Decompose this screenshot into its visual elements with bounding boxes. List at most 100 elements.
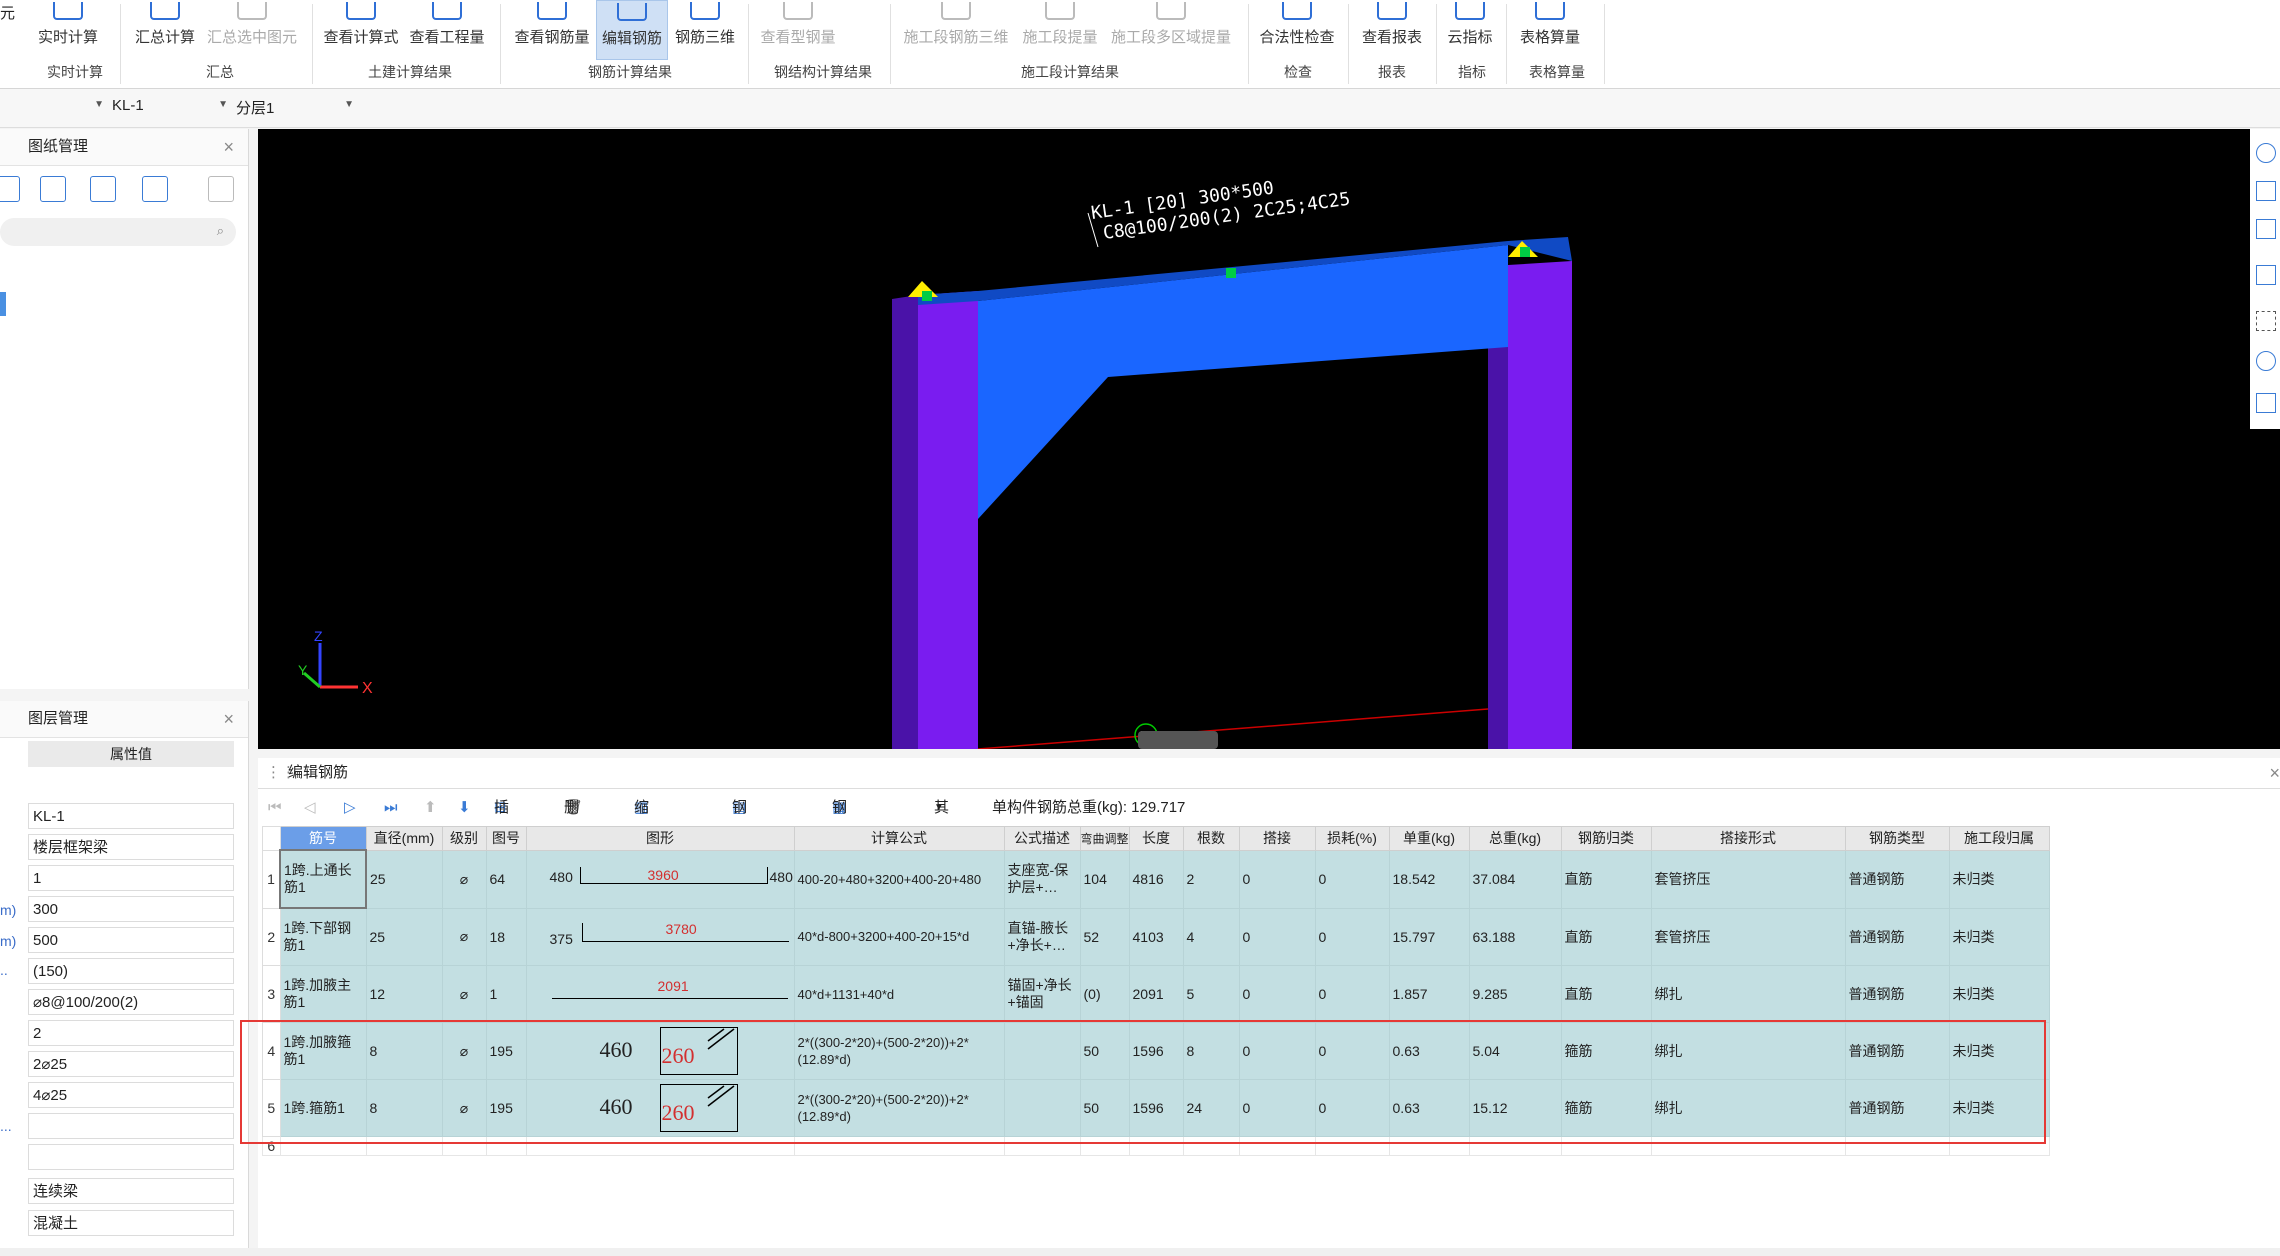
col-count[interactable]: 根数 xyxy=(1182,826,1240,851)
edit-rebar-button[interactable]: 编辑钢筋 xyxy=(596,0,668,60)
cell-total-weight[interactable]: 37.084 xyxy=(1468,849,1562,909)
segment-multi-extract-button[interactable]: 施工段多区域提量 xyxy=(1106,0,1236,58)
col-lap[interactable]: 搭接 xyxy=(1238,826,1316,851)
prop-span-count[interactable]: 1 xyxy=(28,865,234,891)
search-input[interactable]: ⌕ xyxy=(0,218,236,246)
col-category[interactable]: 钢筋归类 xyxy=(1560,826,1652,851)
drag-handle-icon[interactable]: ⋮⋮ xyxy=(266,758,296,788)
3d-model[interactable]: KL-1 [20] 300*500 C8@100/200(2) 2C25;4C2… xyxy=(258,129,2280,749)
rebar-3d-button[interactable]: 钢筋三维 xyxy=(672,0,738,58)
cell-length[interactable]: 2091 xyxy=(1128,965,1184,1023)
segment-extract-button[interactable]: 施工段提量 xyxy=(1018,0,1102,58)
cell-segment[interactable]: 未归类 xyxy=(1948,965,2050,1023)
grip-point[interactable] xyxy=(1226,268,1236,278)
close-icon[interactable]: × xyxy=(2269,758,2280,788)
cell-desc[interactable]: 支座宽-保护层+… xyxy=(1003,849,1081,909)
grip-point[interactable] xyxy=(922,291,932,301)
table-row[interactable]: 3 1跨.加腋主筋1 12 ⌀ 1 2091 40*d+1131+40*d 锚固… xyxy=(262,965,2050,1023)
cell-desc[interactable]: 直锚-腋长+净长+… xyxy=(1003,907,1081,966)
view-2d-icon[interactable] xyxy=(2256,181,2276,201)
table-calc-button[interactable]: 表格算量 xyxy=(1512,0,1588,58)
prop-legs[interactable]: 2 xyxy=(28,1020,234,1046)
cell-total-weight[interactable]: 9.285 xyxy=(1468,965,1562,1023)
view-quantity-button[interactable]: 查看工程量 xyxy=(406,0,488,58)
cell-diameter[interactable]: 25 xyxy=(365,907,443,966)
col-fig-no[interactable]: 图号 xyxy=(485,826,527,851)
grip-point[interactable] xyxy=(1520,247,1530,257)
cell-bend[interactable]: (0) xyxy=(1079,965,1130,1023)
cell-category[interactable]: 直筋 xyxy=(1560,849,1652,909)
cell-rebar-type[interactable]: 普通钢筋 xyxy=(1844,907,1950,966)
close-icon[interactable]: × xyxy=(223,701,234,737)
cell-formula[interactable]: 40*d+1131+40*d xyxy=(793,965,1005,1023)
cell-segment[interactable]: 未归类 xyxy=(1948,907,2050,966)
cell-shape[interactable]: 480 3960 480 xyxy=(525,849,795,909)
close-icon[interactable]: × xyxy=(223,129,234,165)
cell-category[interactable]: 直筋 xyxy=(1560,965,1652,1023)
cell-formula[interactable]: 400-20+480+3200+400-20+480 xyxy=(793,849,1005,909)
cloud-index-button[interactable]: 云指标 xyxy=(1440,0,1500,58)
cell-rebar-type[interactable]: 普通钢筋 xyxy=(1844,849,1950,909)
col-formula[interactable]: 计算公式 xyxy=(793,826,1005,851)
next-icon[interactable]: ▷ xyxy=(344,794,356,822)
prop-tie-rebar[interactable] xyxy=(28,1144,234,1170)
col-bar-no[interactable]: 筋号 xyxy=(279,826,367,851)
cell-lap[interactable]: 0 xyxy=(1238,965,1316,1023)
cell-loss[interactable]: 0 xyxy=(1314,849,1390,909)
prop-side-rebar[interactable] xyxy=(28,1113,234,1139)
cell-fig-no[interactable]: 1 xyxy=(485,965,527,1023)
col-rebar-type[interactable]: 钢筋类型 xyxy=(1844,826,1950,851)
cell-unit-weight[interactable]: 18.542 xyxy=(1388,849,1470,909)
cell-lap-form[interactable]: 套管挤压 xyxy=(1650,907,1846,966)
realtime-calc-button[interactable]: 实时计算 xyxy=(36,0,100,58)
member-select[interactable]: KL-1 ▼ xyxy=(112,97,228,119)
prop-beam-kind[interactable]: 连续梁 xyxy=(28,1178,234,1204)
split-drawing-icon[interactable] xyxy=(142,176,168,202)
col-grade[interactable]: 级别 xyxy=(441,826,487,851)
cell-shape[interactable]: 375 3780 xyxy=(525,907,795,966)
cell-grade[interactable]: ⌀ xyxy=(441,849,487,909)
col-desc[interactable]: 公式描述 xyxy=(1003,826,1081,851)
cell-loss[interactable]: 0 xyxy=(1314,965,1390,1023)
segment-rebar-3d-button[interactable]: 施工段钢筋三维 xyxy=(898,0,1014,58)
prop-type[interactable]: 楼层框架梁 xyxy=(28,834,234,860)
cell-diameter[interactable]: 12 xyxy=(365,965,443,1023)
view-report-button[interactable]: 查看报表 xyxy=(1356,0,1428,58)
orbit-icon[interactable] xyxy=(2256,143,2276,163)
summary-calc-button[interactable]: 汇总计算 xyxy=(130,0,200,58)
more-icon[interactable] xyxy=(208,176,234,202)
cell-total-weight[interactable]: 63.188 xyxy=(1468,907,1562,966)
cell-bar-name[interactable]: 1跨.加腋主筋1 xyxy=(279,965,367,1023)
cell-formula[interactable]: 40*d-800+3200+400-20+15*d xyxy=(793,907,1005,966)
col-loss[interactable]: 损耗(%) xyxy=(1314,826,1390,851)
cell-fig-no[interactable]: 18 xyxy=(485,907,527,966)
col-total-weight[interactable]: 总重(kg) xyxy=(1468,826,1562,851)
category-select[interactable]: ▼ xyxy=(0,97,104,119)
layer-select[interactable]: 分层1 ▼ xyxy=(236,97,354,119)
move-down-icon[interactable]: ⬇ xyxy=(458,794,471,822)
cell-segment[interactable]: 未归类 xyxy=(1948,849,2050,909)
prop-material[interactable]: 混凝土 xyxy=(28,1210,234,1236)
settings-icon[interactable] xyxy=(2256,351,2276,371)
prop-height[interactable]: 500 xyxy=(28,927,234,953)
table-row[interactable]: 2 1跨.下部钢筋1 25 ⌀ 18 375 3780 40*d-800+320… xyxy=(262,907,2050,966)
cell-rebar-type[interactable]: 普通钢筋 xyxy=(1844,965,1950,1023)
table-row[interactable]: 1 1跨.上通长筋1 25 ⌀ 64 480 3960 480 400-20+4… xyxy=(262,849,2050,909)
prop-name[interactable]: KL-1 xyxy=(28,803,234,829)
cell-grade[interactable]: ⌀ xyxy=(441,965,487,1023)
prop-stirrup[interactable]: ⌀8@100/200(2) xyxy=(28,989,234,1015)
cell-loss[interactable]: 0 xyxy=(1314,907,1390,966)
cell-length[interactable]: 4103 xyxy=(1128,907,1184,966)
cell-shape[interactable]: 2091 xyxy=(525,965,795,1023)
cell-unit-weight[interactable]: 1.857 xyxy=(1388,965,1470,1023)
col-diameter[interactable]: 直径(mm) xyxy=(365,826,443,851)
summary-selected-button[interactable]: 汇总选中图元 xyxy=(204,0,300,58)
cell-lap[interactable]: 0 xyxy=(1238,907,1316,966)
column-right[interactable] xyxy=(1508,261,1572,749)
trash-icon[interactable] xyxy=(40,176,66,202)
column-left[interactable] xyxy=(918,291,978,749)
cell-bend[interactable]: 52 xyxy=(1079,907,1130,966)
move-up-icon[interactable]: ⬆ xyxy=(424,794,437,822)
cell-count[interactable]: 2 xyxy=(1182,849,1240,909)
cell-unit-weight[interactable]: 15.797 xyxy=(1388,907,1470,966)
